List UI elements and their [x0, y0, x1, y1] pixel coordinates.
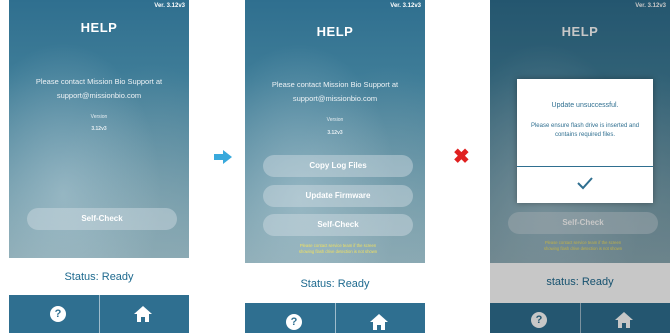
- help-screen-flash-drive: Ver. 3.12v3 HELP Please contact Mission …: [245, 0, 425, 333]
- status-area: Status: Ready: [9, 258, 189, 295]
- bottom-navbar: ?: [9, 295, 189, 333]
- contact-email: support@missionbio.com: [56, 91, 142, 100]
- check-icon[interactable]: [575, 175, 595, 191]
- version-label: Version: [90, 114, 108, 120]
- note-line-2: showing flash drive detection is not sho…: [298, 249, 378, 254]
- x-mark-icon: ✖: [453, 146, 470, 168]
- version-value: 3.12v3: [91, 126, 107, 132]
- help-screen-initial: Ver. 3.12v3 HELP Please contact Mission …: [9, 0, 189, 333]
- bottom-navbar: ?: [245, 303, 425, 333]
- self-check-button[interactable]: Self-Check: [27, 208, 177, 230]
- contact-email: support@missionbio.com: [292, 94, 378, 103]
- help-screen-update-error: Ver. 3.12v3 HELP Self-Check Please conta…: [490, 0, 670, 333]
- help-icon[interactable]: ?: [284, 312, 304, 332]
- navbar-divider: [335, 303, 336, 333]
- update-error-dialog: Update unsuccessful. Please ensure flash…: [517, 79, 653, 203]
- self-check-button[interactable]: Self-Check: [263, 214, 413, 236]
- help-icon[interactable]: ?: [48, 304, 68, 324]
- dialog-message: Please ensure flash drive is inserted an…: [530, 123, 640, 138]
- status-text: Status: Ready: [64, 271, 134, 283]
- home-icon[interactable]: [369, 312, 389, 332]
- navbar-divider: [99, 295, 100, 333]
- dialog-divider: [517, 166, 653, 167]
- status-area: Status: Ready: [245, 263, 425, 296]
- contact-line-1: Please contact Mission Bio Support at: [35, 77, 163, 86]
- version-label: Version: [326, 117, 344, 123]
- version-badge: Ver. 3.12v3: [390, 3, 421, 9]
- version-value: 3.12v3: [327, 130, 343, 136]
- page-title: HELP: [80, 20, 118, 35]
- page-title: HELP: [316, 24, 354, 39]
- status-text: Status: Ready: [300, 278, 370, 290]
- arrow-right-icon: [214, 150, 232, 164]
- home-icon[interactable]: [133, 304, 153, 324]
- dialog-title: Update unsuccessful.: [551, 102, 619, 109]
- contact-line-1: Please contact Mission Bio Support at: [271, 80, 399, 89]
- copy-log-files-button[interactable]: Copy Log Files: [263, 155, 413, 177]
- update-firmware-button[interactable]: Update Firmware: [263, 185, 413, 207]
- version-badge: Ver. 3.12v3: [154, 3, 185, 9]
